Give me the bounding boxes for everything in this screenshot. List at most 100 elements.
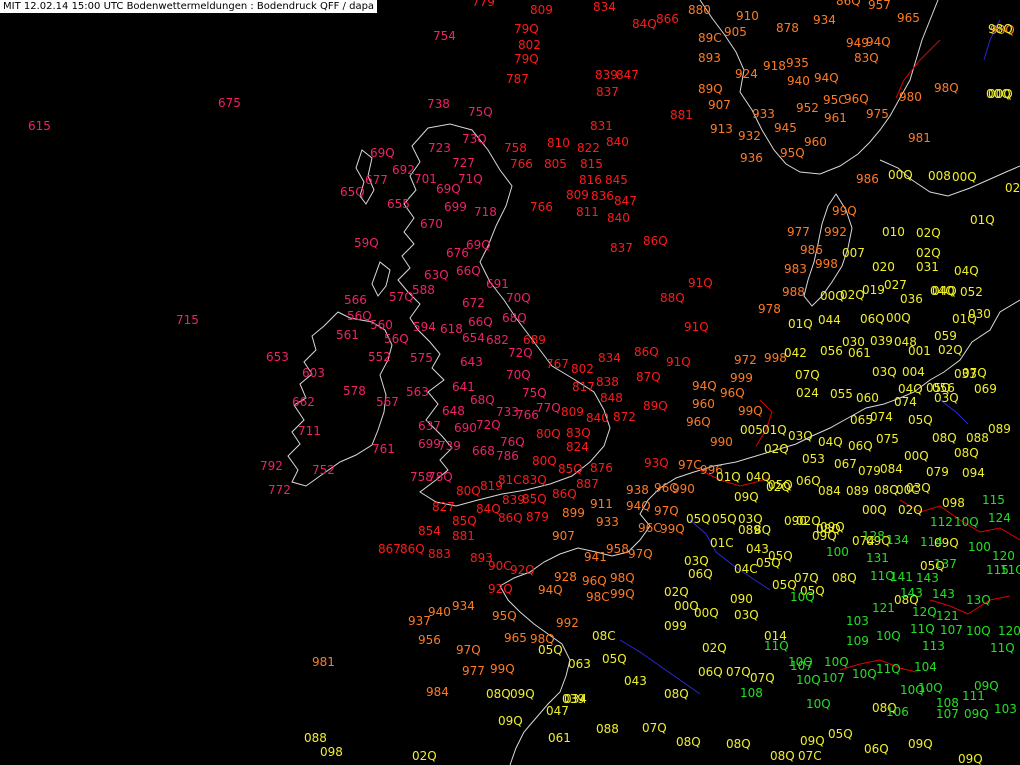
station-value: 992	[824, 225, 847, 239]
station-value: 115	[982, 493, 1005, 507]
station-value: 75Q	[522, 386, 547, 400]
station-value: 088	[304, 731, 327, 745]
station-value: 65Q	[340, 185, 365, 199]
station-value: 108	[740, 686, 763, 700]
station-value: 772	[268, 483, 291, 497]
station-value: 03Q	[684, 554, 709, 568]
station-value: 643	[460, 355, 483, 369]
station-value: 8Q	[754, 523, 771, 537]
station-value: 91Q	[688, 276, 713, 290]
station-value: 02	[1005, 181, 1020, 195]
station-value: 899	[562, 506, 585, 520]
station-value: 00Q	[694, 606, 719, 620]
station-value: 11Q	[910, 622, 935, 636]
station-value: 07C	[798, 749, 822, 763]
station-value: 010	[882, 225, 905, 239]
station-value: 00Q	[904, 449, 929, 463]
station-value: 074	[870, 410, 893, 424]
station-value: 99Q	[660, 522, 685, 536]
station-value: 08Q	[726, 737, 751, 751]
station-value: 09Q	[734, 490, 759, 504]
station-value: 08Q	[486, 687, 511, 701]
station-value: 120	[992, 549, 1015, 563]
station-value: 723	[428, 141, 451, 155]
station-value: 047	[546, 704, 569, 718]
station-value: 99Q	[490, 662, 515, 676]
station-value: 840	[607, 211, 630, 225]
station-value: 143	[932, 587, 955, 601]
station-value: 960	[692, 397, 715, 411]
station-value: 056	[820, 344, 843, 358]
station-value: 09Q	[510, 687, 535, 701]
station-value: 027	[884, 278, 907, 292]
station-value: 933	[752, 107, 775, 121]
station-value: 648	[442, 404, 465, 418]
station-value: 662	[292, 395, 315, 409]
station-value: 100	[826, 545, 849, 559]
station-value: 84Q	[476, 502, 501, 516]
station-value: 001	[908, 344, 931, 358]
station-value: 641	[452, 380, 475, 394]
station-value: 675	[218, 96, 241, 110]
station-value: 83Q	[854, 51, 879, 65]
station-value: 01Q	[716, 470, 741, 484]
station-value: 074	[894, 395, 917, 409]
station-value: 11Q	[990, 641, 1015, 655]
station-value: 09Q	[964, 707, 989, 721]
station-value: 137	[934, 557, 957, 571]
station-value: 089	[988, 422, 1011, 436]
station-value: 07Q	[726, 665, 751, 679]
station-value: 067	[834, 457, 857, 471]
station-value: 09Q	[498, 714, 523, 728]
station-value: 061	[548, 731, 571, 745]
station-value: 63Q	[424, 268, 449, 282]
station-value: 66Q	[468, 315, 493, 329]
station-value: 02Q	[766, 480, 791, 494]
station-value: 999	[730, 371, 753, 385]
station-value: 93Q	[644, 456, 669, 470]
station-value: 01Q	[788, 317, 813, 331]
station-value: 910	[736, 9, 759, 23]
station-value: 98C	[586, 590, 610, 604]
station-value: 819	[480, 479, 503, 493]
station-value: 98Q	[988, 22, 1013, 36]
station-value: 08Q	[832, 571, 857, 585]
station-value: 981	[312, 655, 335, 669]
station-value: 934	[452, 599, 475, 613]
station-value: 063	[568, 657, 591, 671]
station-value: 934	[813, 13, 836, 27]
station-value: 143	[900, 586, 923, 600]
station-value: 72Q	[508, 346, 533, 360]
station-value: 084	[818, 484, 841, 498]
station-value: 96Q	[686, 415, 711, 429]
station-value: 107	[822, 671, 845, 685]
station-value: 672	[462, 296, 485, 310]
station-value: 090	[730, 592, 753, 606]
station-value: 08Q	[874, 483, 899, 497]
station-value: 563	[406, 385, 429, 399]
station-value: 089	[846, 484, 869, 498]
station-value: 141	[890, 570, 913, 584]
station-value: 787	[506, 72, 529, 86]
station-value: 09Q	[908, 737, 933, 751]
station-value: 59Q	[354, 236, 379, 250]
station-value: 05Q	[828, 727, 853, 741]
station-value: 95Q	[780, 146, 805, 160]
station-value: 86Q	[552, 487, 577, 501]
station-value: 107	[936, 707, 959, 721]
station-value: 02Q	[796, 514, 821, 528]
station-value: 78Q	[428, 470, 453, 484]
station-value: 007	[842, 246, 865, 260]
station-value: 560	[370, 318, 393, 332]
station-value: 761	[372, 442, 395, 456]
station-value: 005	[740, 423, 763, 437]
station-value: 030	[968, 307, 991, 321]
station-value: 043	[746, 542, 769, 556]
station-value: 06Q	[864, 742, 889, 756]
station-value: 06Q	[688, 567, 713, 581]
station-value: 08Q	[954, 446, 979, 460]
station-value: 12Q	[912, 605, 937, 619]
station-value: 143	[916, 571, 939, 585]
station-value: 08C	[592, 629, 616, 643]
station-value: 059	[934, 329, 957, 343]
